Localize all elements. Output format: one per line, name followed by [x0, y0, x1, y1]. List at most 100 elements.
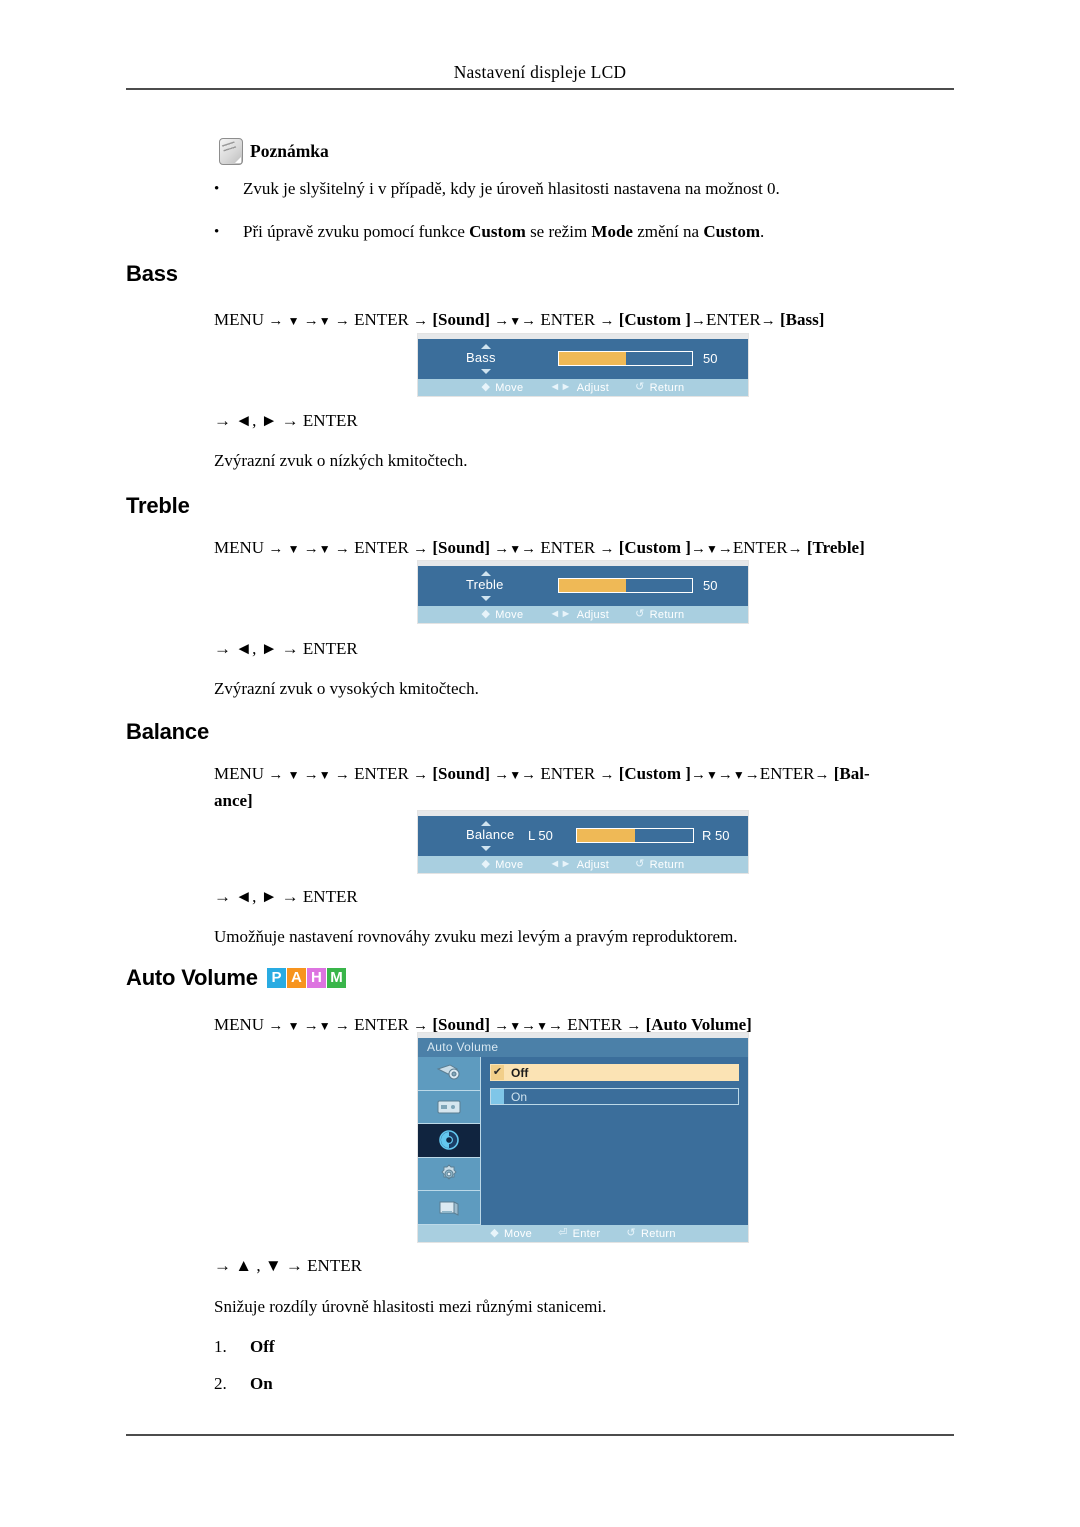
footer-enter: ⏎ Enter: [558, 1227, 601, 1240]
key-sequence-auto-volume: → ▲ , ▼ → ENTER: [214, 1256, 362, 1275]
spinner-up-icon: [481, 344, 491, 349]
page-heading-auto-volume: Auto Volume P A H M: [126, 965, 346, 991]
list-item: • Zvuk je slyšitelný i v případě, kdy je…: [214, 178, 954, 200]
footer-adjust: ◄► Adjust: [549, 858, 610, 871]
footer-adjust: ◄► Adjust: [549, 608, 610, 621]
osd-auto-volume: Auto Volume ✔ Off On ◆ Move ⏎ Enter ↺ Re…: [418, 1033, 748, 1242]
note-block: Poznámka: [219, 138, 329, 165]
description-auto-volume: Snižuje rozdíly úrovně hlasitosti mezi r…: [214, 1297, 607, 1316]
list-item: 2. On: [214, 1374, 275, 1394]
slider-track[interactable]: [576, 828, 694, 843]
menu-path-balance: MENU → ▼ →▼ → ENTER → [Sound] →▼→ ENTER …: [214, 761, 962, 813]
spinner-up-icon: [481, 571, 491, 576]
option-row-on[interactable]: On: [490, 1088, 739, 1105]
description-balance: Umožňuje nastavení rovnováhy zvuku mezi …: [214, 927, 738, 946]
menu-path-bass: MENU → ▼ →▼ → ENTER → [Sound] →▼→ ENTER …: [214, 310, 825, 329]
page-heading-balance: Balance: [126, 719, 209, 744]
multi-control-icon[interactable]: [418, 1191, 480, 1225]
list-number: 2.: [214, 1374, 227, 1393]
key-sequence-treble: → ◄, ► → ENTER: [214, 639, 358, 658]
slider-track[interactable]: [558, 578, 693, 593]
spinner-up-icon: [481, 821, 491, 826]
badge-p: P: [266, 968, 286, 988]
picture-icon[interactable]: [418, 1057, 480, 1091]
option-marker: [491, 1089, 504, 1104]
osd-body: Bass 50: [418, 339, 748, 379]
osd-body: Balance L 50 R 50: [418, 816, 748, 856]
balance-left-value: L 50: [528, 828, 553, 843]
footer-move: ◆ Move: [481, 858, 524, 871]
osd-main: ✔ Off On: [418, 1057, 748, 1225]
note-bullet-text-1: Zvuk je slyšitelný i v případě, kdy je ú…: [243, 179, 780, 198]
list-number: 1.: [214, 1337, 227, 1356]
badge-m: M: [326, 968, 346, 988]
setup-gear-icon[interactable]: [418, 1158, 480, 1192]
description-bass: Zvýrazní zvuk o nízkých kmitočtech.: [214, 451, 468, 470]
page-heading-bass: Bass: [126, 261, 178, 286]
spinner-down-icon: [481, 369, 491, 374]
note-pen-icon: [219, 138, 243, 165]
list-item: 1. Off: [214, 1337, 275, 1357]
key-sequence-balance: → ◄, ► → ENTER: [214, 887, 358, 906]
footer-move: ◆ Move: [481, 381, 524, 394]
slider-fill: [577, 829, 635, 842]
option-row-off[interactable]: ✔ Off: [490, 1064, 739, 1081]
input-source-icon[interactable]: [418, 1091, 480, 1125]
note-bullet-list: • Zvuk je slyšitelný i v případě, kdy je…: [214, 178, 954, 264]
spinner-down-icon: [481, 846, 491, 851]
menu-path-treble: MENU → ▼ →▼ → ENTER → [Sound] →▼→ ENTER …: [214, 538, 865, 557]
footer-adjust: ◄► Adjust: [549, 381, 610, 394]
menu-path-balance-wrap: ance]: [214, 791, 253, 810]
footer-move: ◆ Move: [490, 1227, 533, 1240]
slider-value: 50: [703, 578, 718, 593]
model-badges: P A H M: [266, 968, 346, 988]
osd-footer: ◆ Move ◄► Adjust ↺ Return: [418, 379, 748, 396]
osd-footer: ◆ Move ◄► Adjust ↺ Return: [418, 606, 748, 623]
page-heading-auto-volume-label: Auto Volume: [126, 965, 258, 990]
key-sequence-bass: → ◄, ► → ENTER: [214, 411, 358, 430]
page-heading-treble: Treble: [126, 493, 190, 518]
osd-footer: ◆ Move ⏎ Enter ↺ Return: [418, 1225, 748, 1242]
auto-volume-option-list: 1. Off 2. On: [214, 1337, 275, 1411]
option-label-off: Off: [511, 1065, 529, 1080]
header-rule: [126, 88, 954, 90]
bullet-marker: •: [214, 181, 220, 197]
description-treble: Zvýrazní zvuk o vysokých kmitočtech.: [214, 679, 479, 698]
note-bullet-text-2: Při úpravě zvuku pomocí funkce Custom se…: [243, 222, 765, 241]
document-page: Nastavení displeje LCD Poznámka • Zvuk j…: [0, 0, 1080, 1527]
osd-icon-column: [418, 1057, 481, 1225]
slider-fill: [559, 352, 626, 365]
osd-label: Bass: [466, 350, 496, 365]
osd-bass: Bass 50 ◆ Move ◄► Adjust ↺ Return: [418, 334, 748, 396]
page-header-title: Nastavení displeje LCD: [453, 62, 627, 82]
osd-treble: Treble 50 ◆ Move ◄► Adjust ↺ Return: [418, 561, 748, 623]
spinner-down-icon: [481, 596, 491, 601]
footer-return: ↺ Return: [635, 381, 685, 394]
sound-icon[interactable]: [418, 1124, 480, 1158]
footer-move: ◆ Move: [481, 608, 524, 621]
osd-option-list: ✔ Off On: [481, 1057, 748, 1225]
osd-title: Auto Volume: [418, 1038, 748, 1057]
balance-right-value: R 50: [702, 828, 730, 843]
bullet-marker: •: [214, 224, 220, 240]
check-icon: ✔: [491, 1065, 504, 1080]
badge-a: A: [286, 968, 306, 988]
slider-track[interactable]: [558, 351, 693, 366]
footer-return: ↺ Return: [626, 1227, 676, 1240]
slider-value: 50: [703, 351, 718, 366]
list-value: On: [250, 1374, 273, 1393]
option-label-on: On: [511, 1089, 528, 1104]
osd-label: Treble: [466, 577, 504, 592]
footer-return: ↺ Return: [635, 858, 685, 871]
list-item: • Při úpravě zvuku pomocí funkce Custom …: [214, 221, 954, 243]
slider-fill: [559, 579, 626, 592]
footer-return: ↺ Return: [635, 608, 685, 621]
badge-h: H: [306, 968, 326, 988]
osd-body: Treble 50: [418, 566, 748, 606]
footer-rule: [126, 1434, 954, 1436]
note-label: Poznámka: [250, 141, 329, 161]
osd-balance: Balance L 50 R 50 ◆ Move ◄► Adjust ↺ Return: [418, 811, 748, 873]
list-value: Off: [250, 1337, 275, 1356]
osd-label: Balance: [466, 827, 515, 842]
osd-footer: ◆ Move ◄► Adjust ↺ Return: [418, 856, 748, 873]
